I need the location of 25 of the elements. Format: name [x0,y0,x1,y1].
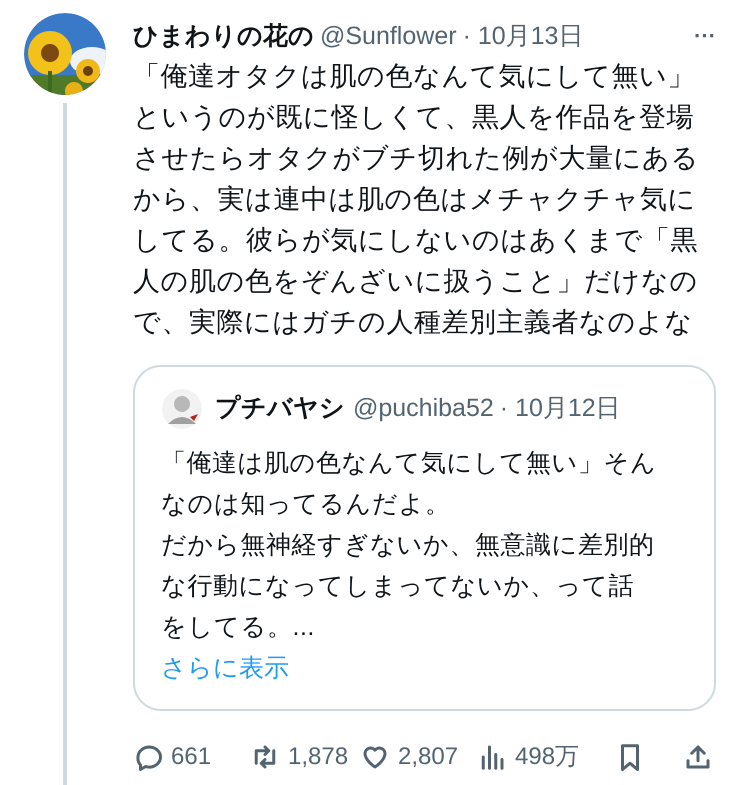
action-count: 2,807 [398,742,458,772]
action-count: 498万 [515,742,580,772]
quoted-post-text-line: な行動になってしまってないか、って話 [161,571,634,602]
quoted-post-text-line: 「俺達は肌の色なんて気にして無い」そん [161,448,656,479]
post-text-line: で、実際にはガチの人種差別主義者なのよな [133,306,693,339]
post-text-line: から、実は連中は肌の色はメチャクチャ気に [133,183,696,216]
post-text-line: させたらオタクがブチ切れた例が大量にある [133,142,699,175]
post-text-line: 「俺達オタクは肌の色なんて気にして無い」 [133,60,695,93]
post-text-line: 人の肌の色をぞんざいに扱うこと」だけなの [133,265,698,298]
post-date[interactable]: · 10月13日 [462,24,584,48]
quoted-post-text-line: をしてる。... [161,612,315,643]
post-text-line: というのが既に怪しくて、黒人を作品を登場 [133,101,694,134]
quoted-author-handle[interactable]: @puchiba52 [353,390,494,428]
quoted-post-text-line: だから無神経すぎないか、無意識に差別的 [161,530,654,561]
quoted-post-text-line: なのは知ってるんだよ。 [161,489,450,520]
post-text-line: してる。彼らが気にしないのはあくまで「黒 [133,224,698,257]
action-count: 1,878 [288,742,348,772]
quoted-post-card[interactable]: プチバヤシ @puchiba52 · 10月12日 「俺達は肌の色なんて気にして無い」そん なのは知ってるんだよ。 だから無神経すぎないか、無意識に差別的 な行動になってしまってないか、って話 をしてる。... さらに表示 [133,365,716,711]
quoted-post-date: · 10月12日 [500,393,621,424]
more-button[interactable]: ··· [694,25,716,47]
author-handle[interactable]: @Sunflower [320,24,457,48]
avatar-icon [161,388,203,430]
action-count: 661 [171,742,212,772]
author-name[interactable]: ひまわりの花の [133,24,314,48]
quoted-author-name[interactable]: プチバヤシ [215,390,345,428]
